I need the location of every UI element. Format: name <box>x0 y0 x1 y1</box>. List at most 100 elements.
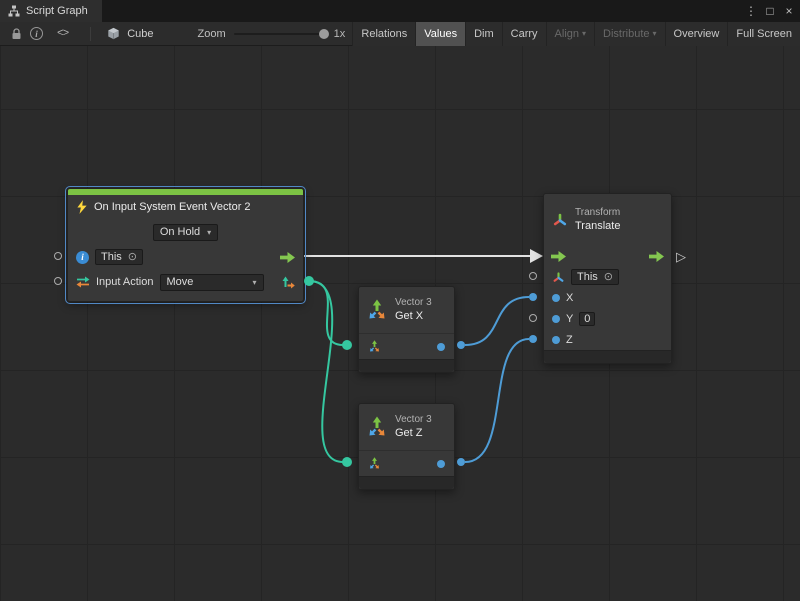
object-picker-icon[interactable]: ⊙ <box>604 272 613 283</box>
fullscreen-button[interactable]: Full Screen <box>727 22 800 46</box>
node-get-z[interactable]: Vector 3 Get Z <box>358 403 455 490</box>
node-get-x[interactable]: Vector 3 Get X <box>358 286 455 373</box>
event-mode-value: On Hold <box>160 226 200 238</box>
zoom-label: Zoom <box>198 28 226 40</box>
input-action-dropdown[interactable]: Move ▾ <box>160 274 264 291</box>
y-port-label: Y <box>566 313 573 325</box>
x-input-dot[interactable] <box>552 294 560 302</box>
dim-button[interactable]: Dim <box>465 22 502 46</box>
get-x-input-port[interactable] <box>342 340 352 350</box>
node-title: Translate <box>575 219 620 233</box>
x-port-label: X <box>566 292 573 304</box>
translate-z-row: Z <box>544 330 671 350</box>
tab-script-graph[interactable]: Script Graph <box>0 0 102 22</box>
get-x-output-port[interactable] <box>457 341 465 349</box>
toolbar-toggle-group: Relations Values Dim Carry Align ▾ Distr… <box>352 22 800 46</box>
flow-input-arrow-icon[interactable] <box>551 251 566 262</box>
z-output-dot[interactable] <box>437 460 445 468</box>
input-action-value: Move <box>167 276 194 288</box>
toolbar-divider <box>90 27 91 41</box>
node-title: Get Z <box>395 426 432 440</box>
node-footer <box>359 476 454 489</box>
event-action-port[interactable] <box>54 277 62 285</box>
flow-output-arrow-icon[interactable] <box>280 252 295 263</box>
translate-y-port[interactable] <box>529 314 537 322</box>
translate-x-port[interactable] <box>529 293 537 301</box>
zoom-slider[interactable] <box>234 22 329 46</box>
translate-z-port[interactable] <box>529 335 537 343</box>
event-this-value: This <box>101 251 122 263</box>
translate-this-port[interactable] <box>529 272 537 280</box>
titlebar-spacer <box>102 0 743 22</box>
get-z-port-row <box>359 450 454 476</box>
z-input-dot[interactable] <box>552 336 560 344</box>
get-z-input-port[interactable] <box>342 457 352 467</box>
x-output-dot[interactable] <box>437 343 445 351</box>
info-icon[interactable]: i <box>30 27 43 40</box>
get-z-output-port[interactable] <box>457 458 465 466</box>
lock-icon[interactable] <box>6 22 26 46</box>
vector3-icon <box>366 416 388 438</box>
vector3-icon <box>366 299 388 321</box>
graph-canvas[interactable]: On Input System Event Vector 2 On Hold ▾… <box>0 46 800 601</box>
object-picker-icon[interactable]: ⊙ <box>128 252 137 263</box>
event-mode-row: On Hold ▾ <box>68 219 303 245</box>
distribute-label: Distribute <box>603 28 649 40</box>
window-menu-button[interactable]: ⋮ <box>743 2 759 20</box>
translate-y-row: Y 0 <box>544 308 671 330</box>
carry-button[interactable]: Carry <box>502 22 546 46</box>
node-category: Vector 3 <box>395 413 432 426</box>
caret-down-icon: ▾ <box>653 29 657 38</box>
relations-button[interactable]: Relations <box>352 22 415 46</box>
translate-header: Transform Translate <box>544 194 671 246</box>
event-node-header: On Input System Event Vector 2 <box>68 195 303 219</box>
caret-down-icon: ▾ <box>582 29 586 38</box>
align-label: Align <box>555 28 579 40</box>
graph-hierarchy-icon <box>8 5 20 17</box>
get-x-titles: Vector 3 Get X <box>395 296 432 323</box>
get-x-port-row <box>359 333 454 359</box>
lightning-icon <box>76 200 88 214</box>
align-button[interactable]: Align ▾ <box>546 22 594 46</box>
flow-output-arrow-icon[interactable] <box>649 251 664 262</box>
zoom-slider-handle[interactable] <box>319 29 329 39</box>
window-close-button[interactable]: × <box>781 2 797 20</box>
vector2-output-icon[interactable] <box>282 276 295 289</box>
vector3-input-icon <box>368 457 381 470</box>
overview-button[interactable]: Overview <box>665 22 728 46</box>
graph-object-name: Cube <box>127 28 153 40</box>
get-x-header: Vector 3 Get X <box>359 287 454 333</box>
event-vector2-output-port[interactable] <box>304 276 314 286</box>
distribute-button[interactable]: Distribute ▾ <box>594 22 664 46</box>
window-maximize-button[interactable]: □ <box>762 2 778 20</box>
event-node-title: On Input System Event Vector 2 <box>94 201 251 213</box>
event-this-port[interactable] <box>54 252 62 260</box>
unity-script-graph-window: Script Graph ⋮ □ × i <> Cube Zoom 1x Rel… <box>0 0 800 601</box>
transform-gizmo-icon <box>552 212 568 228</box>
flow-continuation-icon: ▷ <box>676 250 686 263</box>
node-category: Transform <box>575 206 620 219</box>
code-view-icon[interactable]: <> <box>57 28 68 40</box>
get-z-titles: Vector 3 Get Z <box>395 413 432 440</box>
node-translate[interactable]: Transform Translate This ⊙ <box>543 193 672 364</box>
event-this-field[interactable]: This ⊙ <box>95 249 143 265</box>
node-category: Vector 3 <box>395 296 432 309</box>
translate-this-field[interactable]: This ⊙ <box>571 269 619 285</box>
values-button[interactable]: Values <box>415 22 465 46</box>
node-footer <box>359 359 454 372</box>
caret-down-icon: ▾ <box>252 278 256 287</box>
zoom-value: 1x <box>334 28 346 40</box>
node-title: Get X <box>395 309 432 323</box>
z-port-label: Z <box>566 334 573 346</box>
translate-titles: Transform Translate <box>575 206 620 233</box>
event-mode-dropdown[interactable]: On Hold ▾ <box>153 224 218 241</box>
node-on-input-system-event[interactable]: On Input System Event Vector 2 On Hold ▾… <box>67 188 304 302</box>
node-footer <box>544 350 671 363</box>
caret-down-icon: ▾ <box>207 228 211 237</box>
input-action-label: Input Action <box>96 276 154 288</box>
translate-this-value: This <box>577 271 598 283</box>
y-value-field[interactable]: 0 <box>579 312 595 326</box>
zoom-slider-track[interactable] <box>234 33 329 35</box>
y-input-dot[interactable] <box>552 315 560 323</box>
event-this-row: i This ⊙ <box>68 245 303 269</box>
